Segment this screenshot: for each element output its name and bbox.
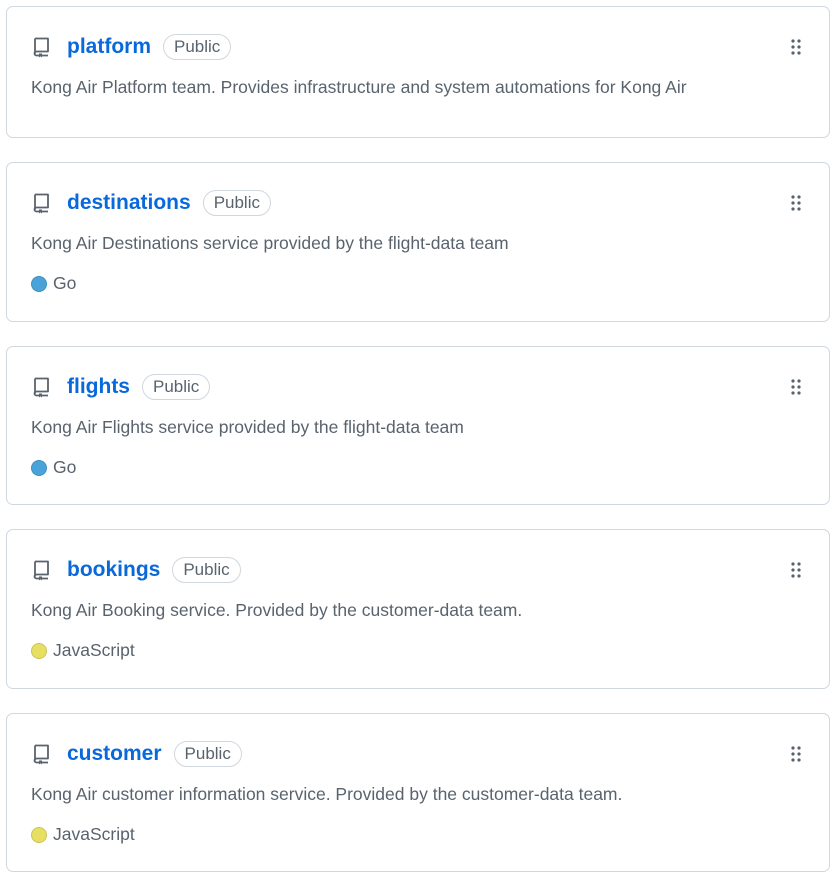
drag-handle-icon[interactable] [789, 377, 803, 397]
drag-handle-icon[interactable] [789, 744, 803, 764]
language-color-dot [31, 826, 47, 843]
repo-icon [31, 36, 53, 58]
repo-language: Go [31, 273, 76, 294]
visibility-badge: Public [163, 34, 232, 60]
language-name: Go [53, 457, 77, 477]
repo-description: Kong Air Flights service provided by the… [31, 417, 464, 437]
repo-card: flights Public Kong Air Flights service … [6, 346, 830, 505]
repo-icon [31, 559, 53, 581]
visibility-badge: Public [202, 190, 271, 216]
repo-name-link[interactable]: destinations [67, 191, 191, 215]
language-name: Go [53, 273, 77, 293]
repo-title-row: customer Public [31, 738, 242, 770]
repo-title-row: bookings Public [31, 554, 241, 586]
repo-description: Kong Air Booking service. Provided by th… [31, 600, 523, 620]
language-color-dot [31, 275, 47, 292]
language-name: JavaScript [53, 640, 135, 660]
visibility-badge: Public [142, 374, 211, 400]
language-color-dot [31, 459, 47, 476]
repo-icon [31, 192, 53, 214]
repo-card: customer Public Kong Air customer inform… [6, 713, 830, 872]
repo-name-link[interactable]: bookings [67, 558, 160, 582]
repo-language: Go [31, 457, 76, 478]
visibility-badge: Public [172, 557, 241, 583]
visibility-badge: Public [173, 741, 242, 767]
repo-title-row: destinations Public [31, 187, 271, 219]
drag-handle-icon[interactable] [789, 193, 803, 213]
repo-icon [31, 376, 53, 398]
repo-title-row: platform Public [31, 31, 232, 63]
repo-name-link[interactable]: flights [67, 375, 130, 399]
pinned-repo-list: platform Public Kong Air Platform team. … [0, 0, 840, 878]
repo-name-link[interactable]: platform [67, 35, 151, 59]
repo-description: Kong Air customer information service. P… [31, 784, 623, 804]
language-color-dot [31, 642, 47, 659]
repo-name-link[interactable]: customer [67, 742, 162, 766]
repo-card: bookings Public Kong Air Booking service… [6, 529, 830, 689]
drag-handle-icon[interactable] [789, 37, 803, 57]
repo-card: destinations Public Kong Air Destination… [6, 162, 830, 322]
drag-handle-icon[interactable] [789, 560, 803, 580]
language-name: JavaScript [53, 824, 135, 844]
repo-language: JavaScript [31, 640, 135, 661]
repo-card: platform Public Kong Air Platform team. … [6, 6, 830, 138]
repo-description: Kong Air Platform team. Provides infrast… [31, 77, 687, 97]
repo-language: JavaScript [31, 824, 135, 845]
repo-icon [31, 743, 53, 765]
repo-title-row: flights Public [31, 371, 211, 403]
repo-description: Kong Air Destinations service provided b… [31, 233, 509, 253]
